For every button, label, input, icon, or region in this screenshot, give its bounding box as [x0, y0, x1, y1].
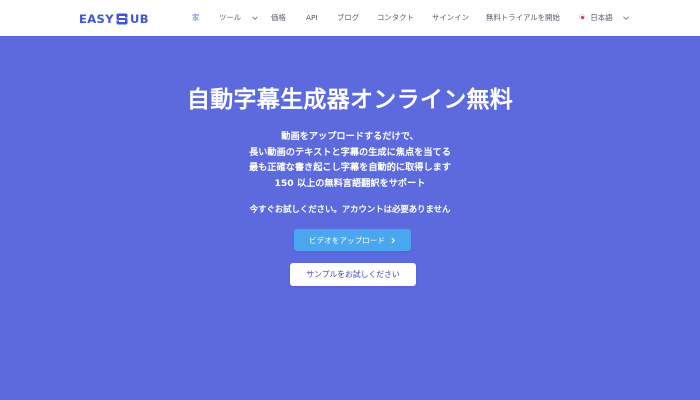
upload-video-button[interactable]: ビデオをアップロード [294, 229, 411, 251]
try-sample-button-label: サンプルをお試しください [306, 270, 400, 279]
chevron-right-icon [391, 237, 395, 243]
hero-description: 動画をアップロードするだけで、 長い動画のテキストと字幕の生成に焦点を当てる 最… [0, 129, 700, 191]
top-navbar: EASY UB 家 ツール 価格 API ブログ コンタクト サインイン 無料ト… [0, 0, 700, 36]
chevron-down-icon [623, 16, 629, 20]
hero-description-line: 長い動画のテキストと字幕の生成に焦点を当てる [249, 146, 451, 158]
main-nav: 家 ツール 価格 API ブログ コンタクト サインイン 無料トライアルを開始 … [0, 0, 700, 36]
nav-item-tools[interactable]: ツール [219, 12, 259, 24]
nav-item-signin-label: サインイン [432, 13, 469, 22]
nav-item-contact-label: コンタクト [377, 13, 414, 22]
nav-item-contact[interactable]: コンタクト [377, 12, 414, 24]
nav-item-blog-label: ブログ [337, 13, 360, 22]
nav-item-free-trial[interactable]: 無料トライアルを開始 [486, 12, 560, 24]
hero-description-line: 最も正確な書き起こし字幕を自動的に取得します [248, 162, 452, 173]
upload-video-button-label: ビデオをアップロード [309, 235, 385, 245]
hero-title: 自動字幕生成器オンライン無料 [186, 87, 514, 113]
no-account-needed-text: 今すぐお試しください。アカウントは必要ありません [249, 204, 451, 214]
language-selector[interactable]: 日本語 [579, 12, 630, 24]
nav-item-pricing[interactable]: 価格 [271, 12, 286, 24]
nav-item-signin[interactable]: サインイン [432, 12, 469, 24]
language-selector-label: 日本語 [590, 13, 613, 22]
hero-description-line: 150 以上の無料言語翻訳をサポート [274, 177, 426, 189]
nav-item-api[interactable]: API [306, 12, 318, 24]
japan-flag-icon [579, 14, 585, 20]
nav-item-api-label: API [306, 13, 318, 22]
nav-item-home-label: 家 [192, 13, 200, 22]
nav-item-pricing-label: 価格 [271, 13, 286, 22]
try-sample-button[interactable]: サンプルをお試しください [290, 263, 416, 286]
nav-item-blog[interactable]: ブログ [337, 12, 359, 24]
nav-item-home[interactable]: 家 [192, 12, 199, 24]
nav-item-free-trial-label: 無料トライアルを開始 [486, 13, 560, 22]
nav-item-tools-label: ツール [219, 13, 242, 22]
chevron-down-icon [251, 16, 258, 20]
page: EASY UB 家 ツール 価格 API ブログ コンタクト サインイン 無料ト… [0, 0, 700, 400]
hero-description-line: 動画をアップロードするだけで、 [281, 131, 419, 142]
